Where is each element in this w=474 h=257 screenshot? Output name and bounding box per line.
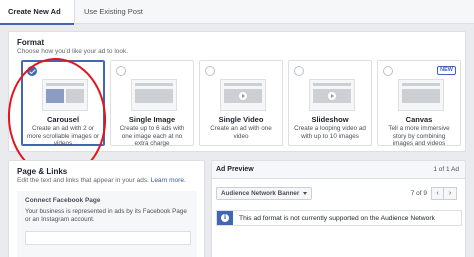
format-card-name: Slideshow [311, 115, 349, 124]
new-badge: NEW [437, 66, 456, 75]
chevron-down-icon [303, 192, 307, 195]
radio-icon[interactable] [116, 66, 126, 76]
page-links-subtitle: Edit the text and links that appear in y… [17, 177, 186, 184]
page-links-section: Page & Links Edit the text and links tha… [8, 160, 205, 257]
image-thumbnail-icon [131, 79, 177, 111]
tab-use-existing-post[interactable]: Use Existing Post [76, 0, 158, 24]
connect-page-box: Connect Facebook Page Your business is r… [17, 191, 197, 257]
connect-page-description: Your business is represented in ads by i… [25, 208, 187, 223]
notice-bar: i [217, 211, 233, 225]
radio-icon[interactable] [294, 66, 304, 76]
ad-count: 1 of 1 Ad [433, 166, 459, 173]
canvas-thumbnail-icon [398, 79, 444, 111]
format-card-description: Create a looping video ad with up to 10 … [294, 125, 366, 140]
format-card-description: Create up to 6 ads with one image each a… [119, 125, 185, 147]
placement-pager: 7 of 9 ‹ › [411, 187, 457, 200]
preview-header: Ad Preview 1 of 1 Ad [212, 161, 465, 179]
format-card-slideshow[interactable]: Slideshow Create a looping video ad with… [288, 60, 372, 146]
radio-icon[interactable] [205, 66, 215, 76]
tab-bar: Create New Ad Use Existing Post [0, 0, 474, 25]
facebook-page-select[interactable] [25, 231, 191, 245]
format-title: Format [17, 38, 45, 47]
placement-value: Audience Network Banner [221, 190, 300, 197]
slideshow-thumbnail-icon [309, 79, 355, 111]
unsupported-format-notice: i This ad format is not currently suppor… [216, 210, 462, 226]
ad-preview-section: Ad Preview 1 of 1 Ad Audience Network Ba… [211, 160, 466, 257]
page-links-title: Page & Links [17, 167, 68, 176]
preview-title: Ad Preview [216, 166, 254, 173]
format-card-name: Canvas [405, 115, 433, 124]
pager-count: 7 of 9 [410, 190, 427, 197]
format-subtitle: Choose how you'd like your ad to look. [17, 48, 129, 55]
radio-icon[interactable] [383, 66, 393, 76]
video-thumbnail-icon [220, 79, 266, 111]
format-card-description: Create an ad with one video [210, 125, 272, 140]
learn-more-link[interactable]: Learn more. [151, 177, 186, 184]
previous-button[interactable]: ‹ [431, 187, 444, 200]
format-card-name: Single Video [218, 115, 264, 124]
notice-text: This ad format is not currently supporte… [239, 215, 435, 222]
info-icon: i [221, 214, 229, 222]
page-links-subtitle-text: Edit the text and links that appear in y… [17, 177, 149, 184]
format-card-single-video[interactable]: Single Video Create an ad with one video [199, 60, 283, 146]
placement-dropdown[interactable]: Audience Network Banner [216, 187, 312, 200]
format-card-single-image[interactable]: Single Image Create up to 6 ads with one… [110, 60, 194, 147]
format-card-name: Single Image [128, 115, 176, 124]
format-card-canvas[interactable]: NEW Canvas Tell a more immersive story b… [377, 60, 461, 147]
tab-create-new-ad[interactable]: Create New Ad [0, 0, 75, 25]
format-card-description: Tell a more immersive story by combining… [388, 125, 450, 147]
next-button[interactable]: › [444, 187, 457, 200]
connect-page-title: Connect Facebook Page [25, 197, 101, 204]
